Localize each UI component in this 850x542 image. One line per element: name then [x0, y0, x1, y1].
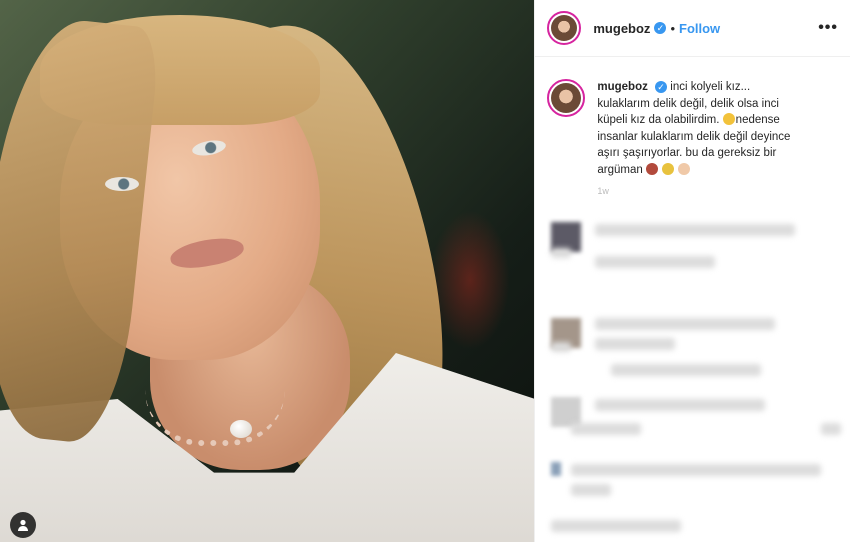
waving-hand-emoji	[678, 162, 691, 175]
caption-avatar[interactable]	[547, 79, 586, 117]
woman-gesturing-emoji	[645, 162, 658, 175]
follow-button[interactable]: Follow	[679, 21, 720, 36]
post-header: mugeboz ✓ • Follow •••	[535, 0, 850, 57]
verified-badge-icon: ✓	[654, 22, 667, 34]
header-username[interactable]: mugeboz	[593, 21, 650, 36]
verified-badge-icon: ✓	[655, 81, 668, 94]
more-options-icon[interactable]: •••	[818, 19, 838, 37]
instagram-post: mugeboz ✓ • Follow ••• mugeboz ✓ inci ko…	[0, 0, 850, 542]
caption: mugeboz ✓ inci kolyeli kız... kulaklarım…	[535, 57, 850, 178]
post-photo[interactable]	[0, 0, 535, 542]
avatar[interactable]	[547, 11, 582, 45]
caption-timestamp: 1w	[597, 186, 609, 196]
user-tag-icon[interactable]	[10, 512, 36, 538]
winking-face-emoji	[722, 113, 735, 125]
grinning-face-emoji	[662, 162, 675, 175]
caption-username[interactable]: mugeboz	[597, 81, 647, 93]
post-side-panel: mugeboz ✓ • Follow ••• mugeboz ✓ inci ko…	[534, 0, 850, 542]
